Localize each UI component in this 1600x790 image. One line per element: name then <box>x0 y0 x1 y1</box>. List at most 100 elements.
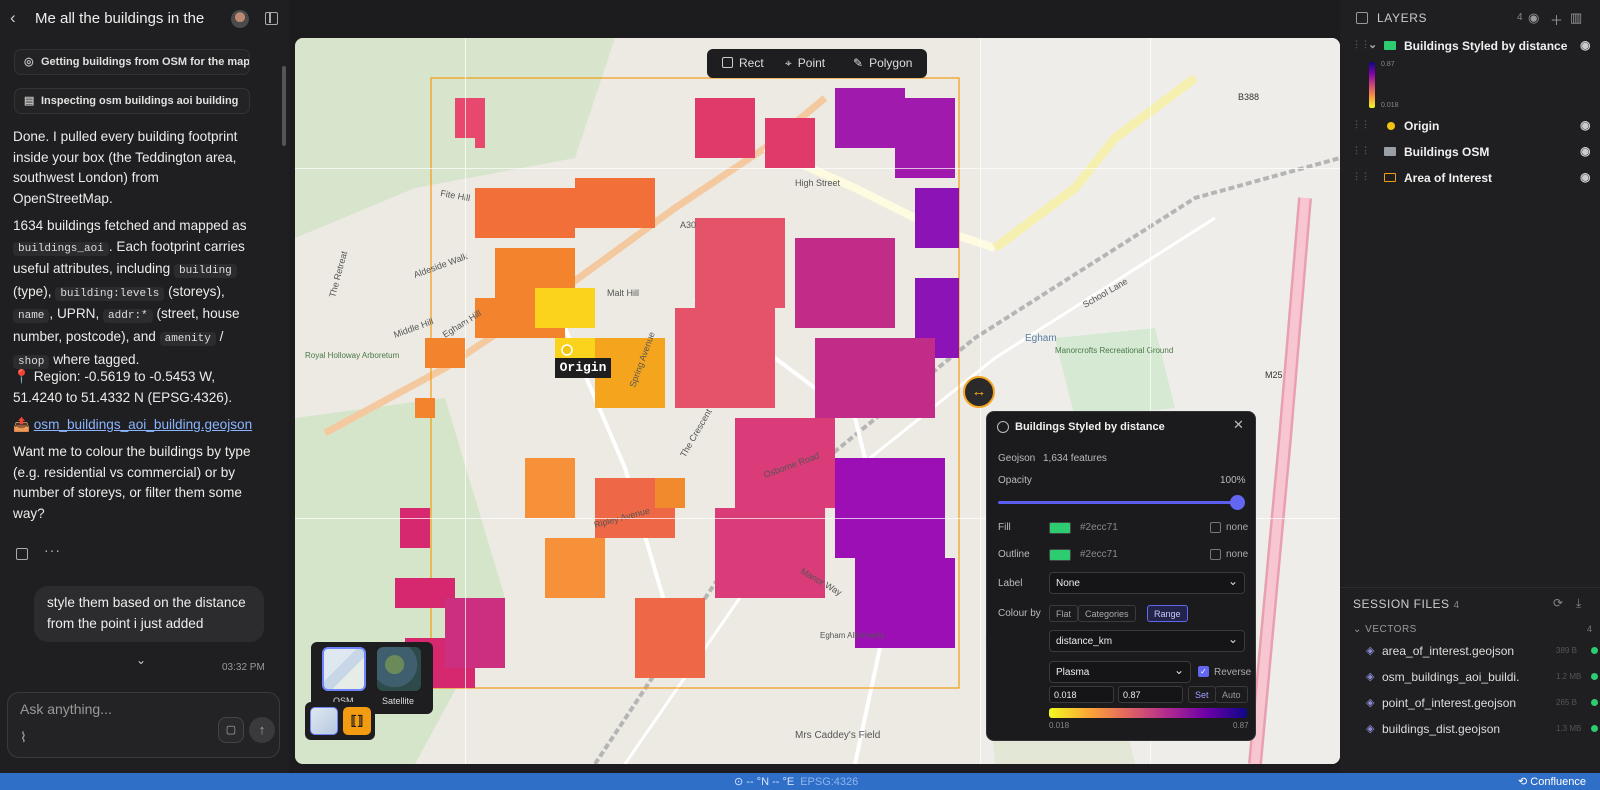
geojson-download-link[interactable]: osm_buildings_aoi_building.geojson <box>34 417 252 432</box>
opacity-slider[interactable] <box>998 501 1237 504</box>
visibility-eye-icon[interactable]: ◉ <box>1580 38 1590 52</box>
inline-code: amenity <box>159 331 216 346</box>
visibility-eye-icon[interactable]: ◉ <box>1580 170 1590 184</box>
draw-toolbar: Rect ⌖ Point ✎ Polygon <box>707 49 927 78</box>
layer-row-buildings-osm[interactable]: ⋮⋮ Buildings OSM ◉ <box>1340 141 1600 165</box>
fill-none-checkbox[interactable] <box>1210 522 1221 533</box>
eye-icon[interactable]: ◉ <box>1528 10 1539 26</box>
opacity-slider-knob[interactable] <box>1230 495 1245 510</box>
vectors-label: VECTORS <box>1365 624 1417 635</box>
feature-count: 1,634 features <box>1043 453 1107 464</box>
text: , UPRN, <box>49 306 100 322</box>
copy-icon[interactable] <box>16 548 28 560</box>
close-icon[interactable]: ✕ <box>1233 417 1244 433</box>
outline-color-swatch[interactable] <box>1049 549 1071 561</box>
refresh-icon[interactable]: ⟳ <box>1553 596 1563 610</box>
chat-scrollbar[interactable] <box>282 66 286 146</box>
layers-count: 4 <box>1517 12 1523 23</box>
mode-flat-button[interactable]: Flat <box>1049 605 1079 622</box>
field-select[interactable]: distance_km <box>1049 630 1245 652</box>
chat-title: Me all the buildings in the <box>35 10 205 27</box>
toggle-sidebar-icon[interactable] <box>265 12 278 25</box>
download-icon[interactable]: ⤓ <box>1576 596 1581 611</box>
opacity-label: Opacity <box>998 475 1032 486</box>
panel-divider[interactable] <box>1340 587 1600 588</box>
session-file-row[interactable]: ◈ area_of_interest.geojson 389 B <box>1366 641 1600 663</box>
session-file-row[interactable]: ◈ point_of_interest.geojson 265 B <box>1366 693 1600 715</box>
draw-polygon-button[interactable]: ✎ Polygon <box>853 56 912 70</box>
swipe-handle[interactable]: ↔ <box>963 376 995 408</box>
layer-row-area-of-interest[interactable]: ⋮⋮ Area of Interest ◉ <box>1340 167 1600 191</box>
status-dot <box>1591 647 1598 654</box>
outline-label: Outline <box>998 549 1030 560</box>
basemap-osm-thumb[interactable] <box>322 647 366 691</box>
tool-step-inspecting[interactable]: ▤ Inspecting osm buildings aoi building <box>14 88 250 114</box>
fill-color-hex: #2ecc71 <box>1080 522 1118 533</box>
outline-color-hex: #2ecc71 <box>1080 549 1118 560</box>
range-max-input[interactable]: 0.87 <box>1118 686 1183 703</box>
add-icon[interactable]: ＋ <box>1550 10 1563 29</box>
location-icon: ⊙ <box>734 776 747 788</box>
visibility-eye-icon[interactable]: ◉ <box>1580 144 1590 158</box>
drag-handle-icon[interactable]: ⋮⋮ <box>1352 145 1370 156</box>
colour-by-label: Colour by <box>998 608 1041 619</box>
app-brand[interactable]: ⟲ Confluence <box>1518 775 1586 788</box>
trash-icon[interactable]: ▥ <box>1570 10 1582 26</box>
lock-button[interactable]: ▢ <box>218 717 244 743</box>
confluence-icon: ⟲ <box>1518 776 1531 788</box>
send-button[interactable]: ↑ <box>249 717 275 743</box>
assistant-paragraph-1: Done. I pulled every building footprint … <box>13 129 238 206</box>
draw-rect-button[interactable]: Rect <box>722 56 764 70</box>
mode-range-button[interactable]: Range <box>1147 605 1188 622</box>
file-size: 1.3 MB <box>1556 724 1582 733</box>
avatar[interactable] <box>231 10 249 28</box>
ramp-min-label: 0.018 <box>1049 721 1070 730</box>
reverse-checkbox[interactable]: ✓ <box>1198 666 1209 677</box>
status-dot <box>1591 725 1598 732</box>
text: (type), <box>13 283 52 299</box>
layer-type: Geojson <box>998 453 1036 464</box>
fill-symbol <box>1384 147 1396 156</box>
layer-row-origin[interactable]: ⋮⋮ Origin ◉ <box>1340 115 1600 139</box>
range-auto-button[interactable]: Auto <box>1215 686 1248 703</box>
range-min-input[interactable]: 0.018 <box>1049 686 1114 703</box>
field-label: Mrs Caddey's Field <box>795 730 880 741</box>
palette-icon <box>997 421 1009 433</box>
tool-step-label: Inspecting osm buildings aoi building <box>41 95 239 107</box>
park-label: Royal Holloway Arboretum <box>305 351 400 360</box>
map-view-toggle[interactable] <box>310 707 338 735</box>
chat-header: ‹ Me all the buildings in the <box>0 0 289 38</box>
file-name: area_of_interest.geojson <box>1382 644 1515 658</box>
swipe-compare-toggle[interactable]: ⟦⟧ <box>343 707 371 735</box>
chat-panel: ‹ Me all the buildings in the ◎ Getting … <box>0 0 289 773</box>
session-file-row[interactable]: ◈ osm_buildings_aoi_buildi... 1.2 MB <box>1366 667 1600 689</box>
text: / <box>219 328 224 344</box>
more-icon[interactable]: ··· <box>44 542 61 558</box>
back-chevron-icon[interactable]: ‹ <box>10 9 26 27</box>
layer-row-buildings-styled[interactable]: ⋮⋮ ⌄ Buildings Styled by distance ◉ <box>1340 35 1600 59</box>
drag-handle-icon[interactable]: ⋮⋮ <box>1352 119 1370 130</box>
mode-categories-button[interactable]: Categories <box>1078 605 1136 622</box>
draw-point-button[interactable]: ⌖ Point <box>785 56 825 71</box>
palette-select[interactable]: Plasma <box>1049 661 1191 683</box>
status-bar: ⊙ -- °N -- °E EPSG:4326 ⟲ Confluence <box>0 773 1600 790</box>
attach-icon[interactable]: ⌇ <box>20 729 27 746</box>
inline-code: building:levels <box>55 286 165 301</box>
map-mode-toggles: ⟦⟧ <box>305 702 375 740</box>
scroll-down-chevron-icon[interactable]: ⌄ <box>136 653 150 667</box>
outline-none-checkbox[interactable] <box>1210 549 1221 560</box>
fill-color-swatch[interactable] <box>1049 522 1071 534</box>
layer-name: Buildings OSM <box>1404 145 1490 159</box>
range-set-button[interactable]: Set <box>1188 686 1216 703</box>
session-file-row[interactable]: ◈ buildings_dist.geojson 1.3 MB <box>1366 719 1600 741</box>
label-select[interactable]: None <box>1049 572 1245 594</box>
visibility-eye-icon[interactable]: ◉ <box>1580 118 1590 132</box>
basemap-satellite-thumb[interactable] <box>377 647 421 691</box>
drag-handle-icon[interactable]: ⋮⋮ <box>1352 171 1370 182</box>
chevron-down-icon[interactable]: ⌄ <box>1368 38 1377 51</box>
ramp-max-label: 0.87 <box>1233 721 1249 730</box>
vectors-group[interactable]: ⌄ VECTORS <box>1353 624 1417 635</box>
tool-step-getting-buildings[interactable]: ◎ Getting buildings from OSM for the map… <box>14 49 250 75</box>
fill-label: Fill <box>998 522 1011 533</box>
road-label: B388 <box>1238 92 1259 102</box>
